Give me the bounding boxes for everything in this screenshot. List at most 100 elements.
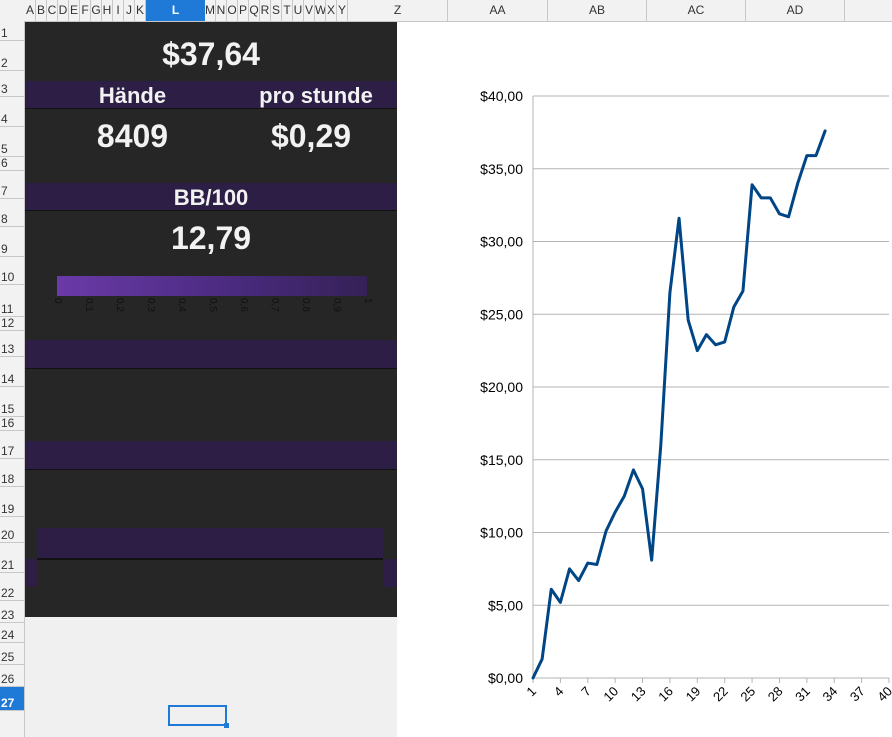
x-tick-label: 22 <box>710 684 731 705</box>
row-header-16[interactable]: 16 <box>0 417 24 431</box>
column-header-k[interactable]: K <box>135 0 146 21</box>
x-tick-label: 1 <box>523 684 539 700</box>
column-header-ab[interactable]: AB <box>548 0 647 21</box>
column-header-u[interactable]: U <box>293 0 304 21</box>
column-header-f[interactable]: F <box>80 0 91 21</box>
x-tick-label: 10 <box>600 684 621 705</box>
row-header-26[interactable]: 26 <box>0 665 24 687</box>
row-header-18[interactable]: 18 <box>0 459 24 487</box>
column-header-b[interactable]: B <box>36 0 47 21</box>
x-tick-label: 28 <box>765 684 786 705</box>
row-header-12[interactable]: 12 <box>0 317 24 331</box>
column-header-c[interactable]: C <box>47 0 58 21</box>
y-tick-label: $5,00 <box>488 597 523 613</box>
progress-scale-tick: 1 <box>362 298 373 304</box>
row-header-3[interactable]: 3 <box>0 71 24 97</box>
x-tick-label: 16 <box>655 684 676 705</box>
progress-scale-tick: 0,4 <box>176 298 187 312</box>
row-header-23[interactable]: 23 <box>0 601 24 623</box>
progress-scale-tick: 0 <box>52 298 63 304</box>
x-tick-label: 7 <box>578 684 594 700</box>
y-tick-label: $10,00 <box>480 525 523 541</box>
row-header-7[interactable]: 7 <box>0 171 24 199</box>
fill-handle[interactable] <box>224 723 229 728</box>
row-header-2[interactable]: 2 <box>0 41 24 71</box>
column-header-d[interactable]: D <box>58 0 69 21</box>
separator-band-3 <box>37 528 383 560</box>
progress-scale-tick: 0,1 <box>83 298 94 312</box>
column-header-i[interactable]: I <box>113 0 124 21</box>
row-header-27[interactable]: 27 <box>0 687 24 711</box>
row-header-24[interactable]: 24 <box>0 623 24 643</box>
row-header-22[interactable]: 22 <box>0 573 24 601</box>
x-tick-label: 37 <box>847 684 868 705</box>
column-header-j[interactable]: J <box>124 0 135 21</box>
progress-scale-tick: 0,8 <box>300 298 311 312</box>
column-header-s[interactable]: S <box>271 0 282 21</box>
x-tick-label: 4 <box>551 684 567 700</box>
column-header-z[interactable]: Z <box>348 0 448 21</box>
hands-value: 8409 <box>96 118 169 154</box>
column-header-h[interactable]: H <box>102 0 113 21</box>
column-header-x[interactable]: X <box>326 0 337 21</box>
x-tick-label: 31 <box>792 684 813 705</box>
column-header-t[interactable]: T <box>282 0 293 21</box>
column-header-o[interactable]: O <box>227 0 238 21</box>
row-header-4[interactable]: 4 <box>0 97 24 127</box>
row-header-17[interactable]: 17 <box>0 431 24 459</box>
series-line <box>531 129 827 680</box>
band-edge-right <box>383 559 397 587</box>
row-header-25[interactable]: 25 <box>0 643 24 665</box>
column-header-r[interactable]: R <box>260 0 271 21</box>
progress-scale-tick: 0,2 <box>114 298 125 312</box>
row-header-8[interactable]: 8 <box>0 199 24 227</box>
progress-scale-tick: 0,9 <box>331 298 342 312</box>
dashboard-panel: $37,64 Hände pro stunde 8409 $0,29 BB/10… <box>25 22 397 617</box>
row-header-21[interactable]: 21 <box>0 543 24 573</box>
row-header-14[interactable]: 14 <box>0 357 24 387</box>
row-header-13[interactable]: 13 <box>0 331 24 357</box>
selected-cell[interactable] <box>168 705 227 726</box>
column-header-g[interactable]: G <box>91 0 102 21</box>
separator-band-1 <box>25 340 397 369</box>
bb-value: 12,79 <box>170 220 252 256</box>
bb-label: BB/100 <box>173 185 249 210</box>
per-hour-label: pro stunde <box>259 83 373 108</box>
column-header-n[interactable]: N <box>216 0 227 21</box>
column-header-v[interactable]: V <box>304 0 315 21</box>
per-hour-value: $0,29 <box>270 118 352 154</box>
y-tick-label: $0,00 <box>488 670 523 686</box>
row-header-5[interactable]: 5 <box>0 127 24 157</box>
row-header-10[interactable]: 10 <box>0 257 24 285</box>
profit-line-chart: $0,00 $5,00 $10,00 $15,00 $20,00 $25,00 $30,00… <box>480 88 892 705</box>
progress-scale-tick: 0,3 <box>145 298 156 312</box>
column-header-m[interactable]: M <box>205 0 216 21</box>
x-tick-label: 19 <box>683 684 704 705</box>
column-header-y[interactable]: Y <box>337 0 348 21</box>
row-header-15[interactable]: 15 <box>0 387 24 417</box>
column-header-q[interactable]: Q <box>249 0 260 21</box>
column-header-e[interactable]: E <box>69 0 80 21</box>
row-header-9[interactable]: 9 <box>0 227 24 257</box>
y-tick-label: $40,00 <box>480 88 523 104</box>
column-header-l[interactable]: L <box>146 0 205 21</box>
column-header-ad[interactable]: AD <box>746 0 845 21</box>
column-header-aa[interactable]: AA <box>448 0 548 21</box>
column-header-ac[interactable]: AC <box>647 0 746 21</box>
row-header-11[interactable]: 11 <box>0 285 24 317</box>
progress-scale-tick: 0,6 <box>238 298 249 312</box>
hands-label: Hände <box>98 83 167 108</box>
row-header-bar: 1 2 3 4 5 6 7 8 9 10 11 12 13 14 15 16 17 18 19 20 21 22 23 24 2… <box>0 21 25 737</box>
row-header-1[interactable]: 1 <box>0 21 24 41</box>
row-header-6[interactable]: 6 <box>0 157 24 171</box>
row-header-19[interactable]: 19 <box>0 487 24 517</box>
column-header-w[interactable]: W <box>315 0 326 21</box>
column-header-bar: A B C D E F G H I J K L M N O P Q R S T U V W X Y Z AA AB AC AD <box>0 0 892 22</box>
progress-scale-tick: 0,7 <box>269 298 280 312</box>
column-header-a[interactable]: A <box>25 0 36 21</box>
x-tick-label: 34 <box>820 684 841 705</box>
column-header-p[interactable]: P <box>238 0 249 21</box>
row-header-20[interactable]: 20 <box>0 517 24 543</box>
x-tick-label: 13 <box>628 684 649 705</box>
band-edge-left <box>25 559 37 587</box>
